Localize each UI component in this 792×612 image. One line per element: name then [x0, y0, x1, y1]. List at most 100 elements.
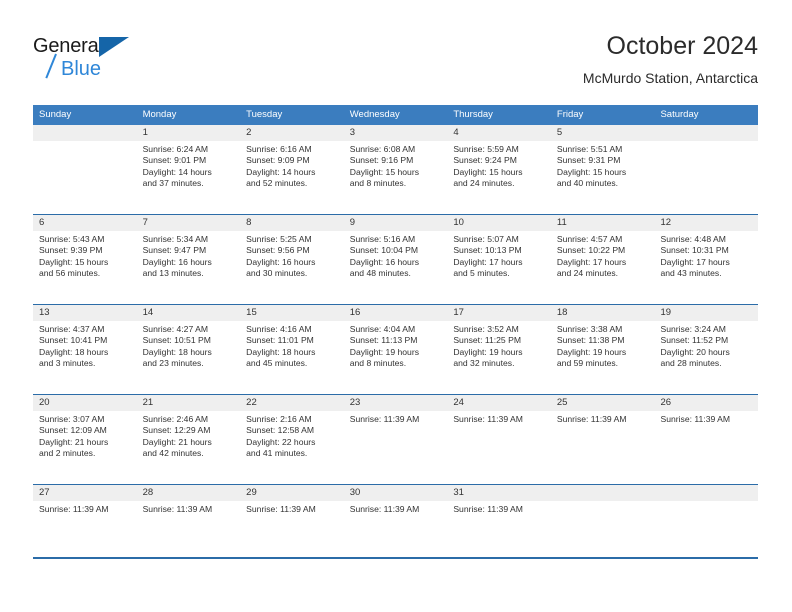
day-cell-16[interactable]: Sunrise: 4:04 AM Sunset: 11:13 PM Daylight… [344, 321, 448, 394]
day-detail-line: Sunrise: 11:39 AM [349, 504, 420, 514]
day-detail-line: and 8 minutes. [349, 178, 407, 189]
day-number-22[interactable]: 22 [240, 395, 344, 411]
day-detail-line: Daylight: 20 hours [660, 346, 730, 357]
day-number-6[interactable]: 6 [33, 215, 137, 231]
day-number-25[interactable]: 25 [551, 395, 655, 411]
day-cell-6[interactable]: Sunrise: 5:43 AM Sunset: 9:39 PM Daylight:… [33, 231, 137, 304]
day-number-4[interactable]: 4 [447, 125, 551, 141]
day-cell-21[interactable]: Sunrise: 2:46 AM Sunset: 12:29 AM Daylight… [137, 411, 241, 484]
day-detail-line: Sunset: 11:01 PM [246, 335, 314, 346]
day-detail-line: Daylight: 19 hours [349, 346, 420, 357]
day-cell-13[interactable]: Sunrise: 4:37 AM Sunset: 10:41 PM Daylight… [33, 321, 137, 394]
day-cell-1[interactable]: Sunrise: 6:24 AM Sunset: 9:01 PM Daylight:… [137, 141, 241, 214]
day-number-18[interactable]: 18 [551, 305, 655, 321]
day-detail-line: Sunset: 11:38 PM [556, 335, 625, 346]
day-number-16[interactable]: 16 [344, 305, 448, 321]
day-cell-28[interactable]: Sunrise: 11:39 AM [137, 501, 241, 557]
weekday-header-friday: Friday [556, 109, 584, 120]
day-detail-line: Sunrise: 11:39 AM [453, 414, 523, 424]
day-number-2[interactable]: 2 [240, 125, 344, 141]
day-number-15[interactable]: 15 [240, 305, 344, 321]
day-number-9[interactable]: 9 [344, 215, 448, 231]
day-cell-9[interactable]: Sunrise: 5:16 AM Sunset: 10:04 PM Daylight… [344, 231, 448, 304]
calendar-week-row: 20 21 22 23 24 25 26 Sunrise: 3:07 AM Sunset: 12… [33, 394, 758, 484]
day-cell-23[interactable]: Sunrise: 11:39 AM [344, 411, 448, 484]
day-detail-line: Daylight: 18 hours [142, 346, 212, 357]
day-detail-line: Sunset: 11:25 PM [453, 335, 521, 346]
day-detail-line: and 28 minutes. [660, 358, 722, 369]
day-detail-line: Sunrise: 6:24 AM [142, 144, 209, 154]
day-detail-line: and 13 minutes. [142, 268, 204, 279]
triangle-logo-icon [99, 37, 129, 57]
day-cell-19[interactable]: Sunrise: 3:24 AM Sunset: 11:52 PM Daylight… [654, 321, 758, 394]
day-number-30[interactable]: 30 [344, 485, 448, 501]
day-number-empty [654, 125, 758, 141]
day-cell-31[interactable]: Sunrise: 11:39 AM [447, 501, 551, 557]
day-number-19[interactable]: 19 [654, 305, 758, 321]
day-number-1[interactable]: 1 [137, 125, 241, 141]
day-cell-11[interactable]: Sunrise: 4:57 AM Sunset: 10:22 PM Daylight… [551, 231, 655, 304]
day-cell-17[interactable]: Sunrise: 3:52 AM Sunset: 11:25 PM Daylight… [447, 321, 551, 394]
day-number-14[interactable]: 14 [137, 305, 241, 321]
day-number-3[interactable]: 3 [344, 125, 448, 141]
day-number-5[interactable]: 5 [551, 125, 655, 141]
day-cell-12[interactable]: Sunrise: 4:48 AM Sunset: 10:31 PM Daylight… [654, 231, 758, 304]
day-cell-25[interactable]: Sunrise: 11:39 AM [551, 411, 655, 484]
day-cell-5[interactable]: Sunrise: 5:51 AM Sunset: 9:31 PM Daylight:… [551, 141, 655, 214]
day-number-10[interactable]: 10 [447, 215, 551, 231]
day-detail-line: Sunset: 9:16 PM [349, 155, 414, 166]
day-number-28[interactable]: 28 [137, 485, 241, 501]
day-number-21[interactable]: 21 [137, 395, 241, 411]
day-cell-2[interactable]: Sunrise: 6:16 AM Sunset: 9:09 PM Daylight:… [240, 141, 344, 214]
day-detail-line: Sunrise: 11:39 AM [556, 414, 627, 424]
day-cell-8[interactable]: Sunrise: 5:25 AM Sunset: 9:56 PM Daylight:… [240, 231, 344, 304]
calendar-week-row: 1 2 3 4 5 Sunrise: 6:24 AM Sunset: 9:01 PM Dayl… [33, 125, 758, 214]
day-cell-4[interactable]: Sunrise: 5:59 AM Sunset: 9:24 PM Daylight:… [447, 141, 551, 214]
day-cell-29[interactable]: Sunrise: 11:39 AM [240, 501, 344, 557]
day-cell-24[interactable]: Sunrise: 11:39 AM [447, 411, 551, 484]
day-number-8[interactable]: 8 [240, 215, 344, 231]
day-cell-20[interactable]: Sunrise: 3:07 AM Sunset: 12:09 AM Daylight… [33, 411, 137, 484]
general-blue-logo[interactable]: General Blue [33, 34, 153, 86]
calendar-bottom-rule [33, 557, 758, 559]
day-detail-line: and 43 minutes. [660, 268, 722, 279]
calendar-week-row: 27 28 29 30 31 Sunrise: 11:39 AM Sunrise: 11:3… [33, 484, 758, 557]
day-number-24[interactable]: 24 [447, 395, 551, 411]
day-cell-18[interactable]: Sunrise: 3:38 AM Sunset: 11:38 PM Daylight… [551, 321, 655, 394]
day-detail-line: Daylight: 22 hours [246, 436, 316, 447]
day-number-7[interactable]: 7 [137, 215, 241, 231]
day-number-20[interactable]: 20 [33, 395, 137, 411]
day-cell-30[interactable]: Sunrise: 11:39 AM [344, 501, 448, 557]
day-cell-22[interactable]: Sunrise: 2:16 AM Sunset: 12:58 AM Daylight… [240, 411, 344, 484]
page-header: General Blue October 2024 McMurdo Statio… [33, 30, 758, 98]
day-number-31[interactable]: 31 [447, 485, 551, 501]
day-number-12[interactable]: 12 [654, 215, 758, 231]
day-detail-line: and 30 minutes. [246, 268, 308, 279]
day-detail-line: Sunrise: 11:39 AM [39, 504, 109, 514]
day-cell-7[interactable]: Sunrise: 5:34 AM Sunset: 9:47 PM Daylight:… [137, 231, 241, 304]
day-number-27[interactable]: 27 [33, 485, 137, 501]
day-number-13[interactable]: 13 [33, 305, 137, 321]
day-detail-line: Sunrise: 3:24 AM [660, 324, 726, 334]
day-detail-band: Sunrise: 6:24 AM Sunset: 9:01 PM Daylight:… [33, 141, 758, 214]
day-cell-15[interactable]: Sunrise: 4:16 AM Sunset: 11:01 PM Daylight… [240, 321, 344, 394]
day-detail-band: Sunrise: 5:43 AM Sunset: 9:39 PM Daylight:… [33, 231, 758, 304]
day-detail-line: and 3 minutes. [39, 358, 96, 369]
day-number-17[interactable]: 17 [447, 305, 551, 321]
day-number-11[interactable]: 11 [551, 215, 655, 231]
calendar-week-row: 13 14 15 16 17 18 19 Sunrise: 4:37 AM Sunset: 10… [33, 304, 758, 394]
day-cell-3[interactable]: Sunrise: 6:08 AM Sunset: 9:16 PM Daylight:… [344, 141, 448, 214]
day-cell-14[interactable]: Sunrise: 4:27 AM Sunset: 10:51 PM Daylight… [137, 321, 241, 394]
day-number-26[interactable]: 26 [654, 395, 758, 411]
day-detail-line: Sunrise: 5:43 AM [39, 234, 105, 244]
day-detail-line: Sunrise: 6:08 AM [349, 144, 416, 154]
day-cell-empty [551, 501, 655, 557]
day-cell-10[interactable]: Sunrise: 5:07 AM Sunset: 10:13 PM Daylight… [447, 231, 551, 304]
day-number-29[interactable]: 29 [240, 485, 344, 501]
page-title: October 2024 [606, 32, 759, 60]
day-cell-26[interactable]: Sunrise: 11:39 AM [654, 411, 758, 484]
day-detail-line: Daylight: 19 hours [556, 346, 627, 357]
day-detail-line: and 24 minutes. [453, 178, 515, 189]
day-cell-27[interactable]: Sunrise: 11:39 AM [33, 501, 137, 557]
day-number-23[interactable]: 23 [344, 395, 448, 411]
